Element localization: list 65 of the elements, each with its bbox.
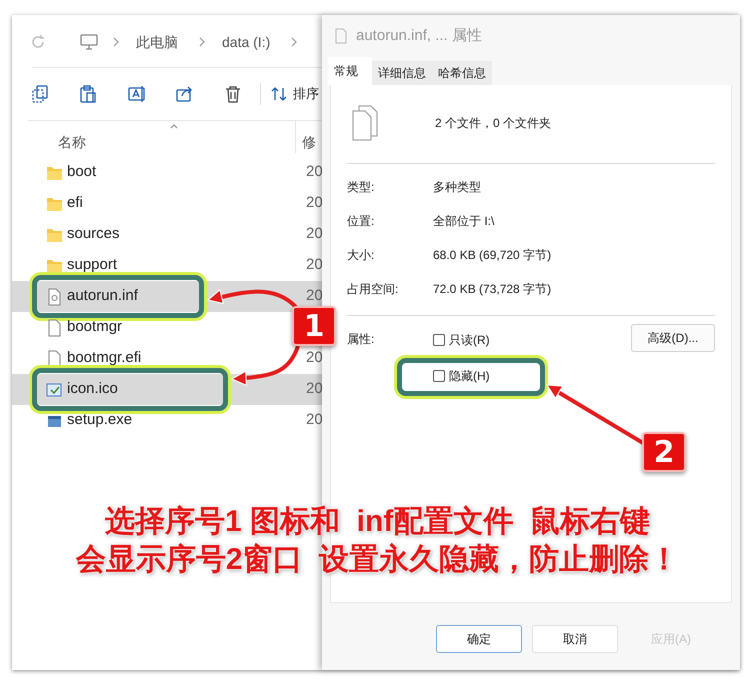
- file-name[interactable]: bootmgr: [67, 316, 122, 339]
- chevron-icon: [112, 37, 120, 47]
- date-cell-text: 20: [306, 348, 324, 368]
- file-name: autorun.inf: [67, 286, 138, 306]
- property-value: 全部位于 I:\: [433, 213, 494, 230]
- breadcrumb-item[interactable]: 此电脑: [136, 32, 178, 52]
- monitor-icon[interactable]: [80, 34, 98, 50]
- number-badge: 2: [642, 432, 686, 472]
- tab[interactable]: 常规: [328, 57, 372, 85]
- date-cell-text: 20: [306, 193, 324, 214]
- file-name[interactable]: efi: [67, 192, 83, 215]
- property-label: 类型:: [347, 179, 376, 196]
- property-value: 多种类型: [433, 179, 481, 196]
- caption-text: 会显示序号2窗口 设置永久隐藏，防止删除！: [76, 542, 680, 578]
- property-label: 位置:: [347, 213, 376, 230]
- date-cell-text: 20: [306, 410, 324, 430]
- file-name[interactable]: setup.exe: [67, 409, 132, 432]
- sort-caret-icon: [170, 124, 178, 129]
- copy-icon[interactable]: [32, 85, 49, 103]
- date-cell-text: 20: [306, 162, 324, 182]
- advanced-button[interactable]: 高级(D)...: [631, 324, 715, 352]
- arrow: [230, 345, 300, 386]
- date-cell-text: 20: [306, 255, 324, 276]
- rename-icon[interactable]: [128, 85, 145, 103]
- column-header[interactable]: 修: [302, 132, 316, 153]
- file-name: icon.ico: [67, 379, 118, 400]
- property-label: 大小:: [347, 247, 376, 264]
- settings-file-icon: [46, 288, 63, 306]
- file-name[interactable]: sources: [67, 223, 120, 246]
- attributes-label: 属性:: [347, 331, 376, 348]
- checkbox-label[interactable]: 隐藏(H): [449, 367, 490, 385]
- checkbox-label[interactable]: 只读(R): [449, 331, 490, 349]
- date-cell-text: 20: [306, 224, 324, 244]
- chevron-icon: [198, 37, 206, 47]
- date-cell-text: 20: [306, 286, 324, 306]
- file-name[interactable]: boot: [67, 161, 96, 184]
- window-title: autorun.inf, ... 属性: [356, 26, 482, 46]
- trash-icon[interactable]: [224, 85, 241, 103]
- file-summary: 2 个文件，0 个文件夹: [435, 115, 552, 132]
- breadcrumb-item[interactable]: data (I:): [222, 32, 270, 52]
- file-name[interactable]: bootmgr.efi: [67, 347, 142, 370]
- file-icon: [46, 350, 63, 368]
- tab[interactable]: 详细信息: [372, 61, 432, 85]
- number-badge: 1: [292, 306, 336, 346]
- checkbox[interactable]: [433, 370, 445, 382]
- chevron-icon: [290, 37, 298, 47]
- property-value: 72.0 KB (73,728 字节): [433, 281, 552, 298]
- sort-icon[interactable]: [271, 86, 287, 102]
- tab[interactable]: 哈希信息: [432, 61, 492, 85]
- selected-file-row[interactable]: icon.ico 20: [12, 374, 322, 405]
- date-cell-text: 20: [306, 379, 324, 400]
- property-label: 占用空间:: [347, 281, 400, 298]
- image-file-icon: [46, 380, 63, 398]
- checkbox[interactable]: [433, 334, 445, 346]
- caption-text: 选择序号1 图标和 inf配置文件 鼠标右键: [104, 504, 650, 540]
- documents-icon: [350, 105, 380, 141]
- paste-icon[interactable]: [80, 85, 97, 103]
- property-value: 68.0 KB (69,720 字节): [433, 247, 552, 264]
- dialog-button[interactable]: 取消: [532, 625, 618, 653]
- share-icon[interactable]: [176, 85, 193, 103]
- file-icon: [46, 318, 63, 336]
- file-name[interactable]: support: [67, 254, 118, 277]
- dialog-button[interactable]: 确定: [436, 625, 522, 653]
- file-icon: [334, 28, 348, 44]
- sort-button[interactable]: 排序: [293, 84, 319, 104]
